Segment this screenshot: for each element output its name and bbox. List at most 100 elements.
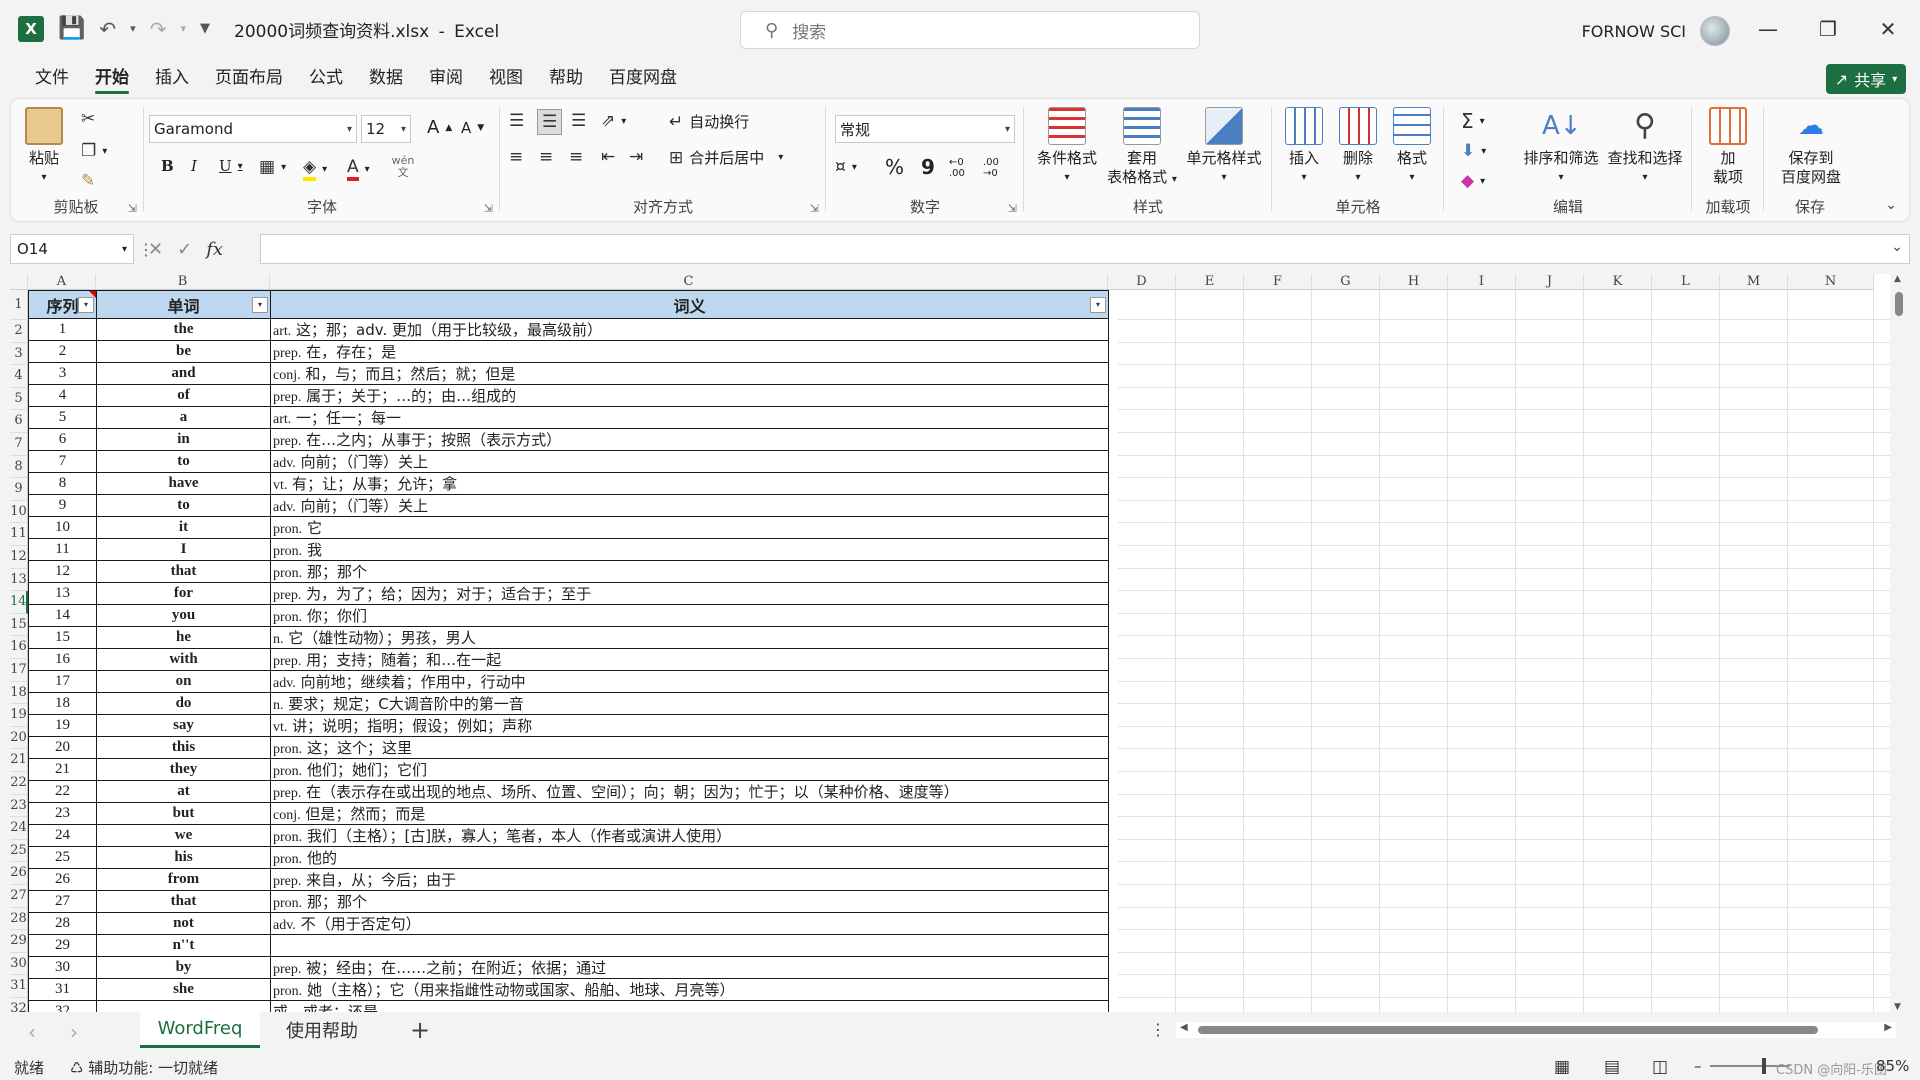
cell-seq[interactable]: 13 <box>28 582 97 605</box>
prev-sheet-icon[interactable]: ‹ <box>28 1020 36 1044</box>
row-header[interactable]: 32 <box>10 998 28 1012</box>
avatar[interactable] <box>1700 16 1730 46</box>
row-header[interactable]: 2 <box>10 320 28 343</box>
row-header[interactable]: 29 <box>10 930 28 953</box>
column-header-b[interactable]: B <box>96 274 270 290</box>
cell-seq[interactable]: 21 <box>28 758 97 781</box>
zoom-slider-knob[interactable] <box>1762 1058 1766 1074</box>
cell-meaning[interactable]: pron. 你；你们 <box>270 604 1109 627</box>
cell-seq[interactable]: 9 <box>28 494 97 517</box>
cell-seq[interactable]: 30 <box>28 956 97 979</box>
shrink-font-button[interactable]: A ▼ <box>461 119 484 137</box>
header-seq[interactable]: 序列 ▾ <box>28 290 97 319</box>
clipboard-launcher-icon[interactable]: ⇲ <box>128 202 137 215</box>
more-options-icon[interactable]: ⋮ <box>1150 1020 1166 1039</box>
percent-button[interactable]: % <box>885 155 904 179</box>
tab-insert[interactable]: 插入 <box>142 58 202 98</box>
cell-meaning[interactable]: pron. 他们；她们；它们 <box>270 758 1109 781</box>
tab-data[interactable]: 数据 <box>356 58 416 98</box>
column-header-d[interactable]: D <box>1108 274 1176 290</box>
cell-word[interactable]: from <box>96 868 271 891</box>
cell-word[interactable]: to <box>96 494 271 517</box>
page-layout-view-icon[interactable]: ▤ <box>1604 1057 1620 1077</box>
column-header-c[interactable]: C <box>270 274 1108 290</box>
cell-word[interactable]: I <box>96 538 271 561</box>
cell-meaning[interactable]: pron. 那；那个 <box>270 890 1109 913</box>
wrap-text-button[interactable]: ↵ 自动换行 <box>669 111 749 132</box>
row-header[interactable]: 7 <box>10 433 28 456</box>
fill-button[interactable]: ⬇ ▾ <box>1461 141 1486 161</box>
column-header-k[interactable]: K <box>1584 274 1652 290</box>
number-launcher-icon[interactable]: ⇲ <box>1008 202 1017 215</box>
scroll-up-icon[interactable]: ▲ <box>1894 274 1901 284</box>
cell-seq[interactable]: 22 <box>28 780 97 803</box>
customize-quick-access-icon[interactable]: ▼ <box>200 19 210 39</box>
minimize-button[interactable]: — <box>1740 0 1796 58</box>
row-header[interactable]: 31 <box>10 975 28 998</box>
cell-word[interactable]: be <box>96 340 271 363</box>
row-header[interactable]: 23 <box>10 794 28 818</box>
tab-baidu-netdisk[interactable]: 百度网盘 <box>596 58 690 98</box>
cell-word[interactable]: on <box>96 670 271 693</box>
row-header[interactable]: 27 <box>10 885 28 908</box>
underline-button[interactable]: U ▾ <box>219 157 243 175</box>
scroll-right-icon[interactable]: ▶ <box>1884 1022 1892 1033</box>
cell-word[interactable]: for <box>96 582 271 605</box>
cell-meaning[interactable]: n. 要求；规定；C大调音阶中的第一音 <box>270 692 1109 715</box>
cell-meaning[interactable]: vt. 有；让；从事；允许；拿 <box>270 472 1109 495</box>
row-header[interactable]: 16 <box>10 636 28 659</box>
row-header[interactable]: 25 <box>10 839 28 863</box>
phonetic-guide-button[interactable]: wén 文 <box>391 155 415 179</box>
cell-meaning[interactable]: vt. 讲；说明；指明；假设；例如；声称 <box>270 714 1109 737</box>
row-header[interactable]: 9 <box>10 478 28 501</box>
cell-seq[interactable]: 6 <box>28 428 97 451</box>
cell-word[interactable]: we <box>96 824 271 847</box>
align-bottom-icon[interactable]: ☰ <box>571 111 586 131</box>
cell-seq[interactable]: 27 <box>28 890 97 913</box>
worksheet-grid[interactable]: ABCDEFGHIJKLMN 1 2 3 4 5 6 7 8 9 10 11 12 13 14 15 16 17… <box>10 274 1908 1012</box>
share-button[interactable]: ↗ 共享 ▾ <box>1826 64 1906 94</box>
cell-seq[interactable]: 1 <box>28 318 97 341</box>
expand-formula-icon[interactable]: ⌄ <box>1891 239 1903 255</box>
tab-file[interactable]: 文件 <box>22 58 82 98</box>
row-header[interactable]: 26 <box>10 862 28 885</box>
cell-word[interactable]: say <box>96 714 271 737</box>
cell-meaning[interactable]: pron. 那；那个 <box>270 560 1109 583</box>
cancel-icon[interactable]: ✕ <box>148 239 163 260</box>
format-as-table-button[interactable]: 套用 表格格式 ▾ <box>1107 107 1177 189</box>
cut-icon[interactable]: ✂ <box>81 109 95 129</box>
cell-meaning[interactable]: adv. 向前；（门等）关上 <box>270 450 1109 473</box>
clear-button[interactable]: ◆ ▾ <box>1461 171 1485 191</box>
cell-seq[interactable]: 28 <box>28 912 97 935</box>
horizontal-scrollbar[interactable]: ◀ ▶ <box>1176 1022 1896 1038</box>
paste-button[interactable]: 粘贴 ▾ <box>25 107 63 187</box>
decrease-indent-icon[interactable]: ⇤ <box>601 147 615 167</box>
cell-meaning[interactable]: prep. 为，为了；给；因为；对于；适合于；至于 <box>270 582 1109 605</box>
tab-review[interactable]: 审阅 <box>416 58 476 98</box>
row-header[interactable]: 4 <box>10 365 28 388</box>
conditional-formatting-button[interactable]: 条件格式 ▾ <box>1029 107 1105 187</box>
align-right-icon[interactable]: ≡ <box>569 147 583 167</box>
restore-button[interactable]: ❐ <box>1800 0 1856 58</box>
cell-styles-button[interactable]: 单元格样式 ▾ <box>1181 107 1267 187</box>
row-header[interactable]: 6 <box>10 410 28 433</box>
format-painter-icon[interactable]: ✎ <box>81 171 95 191</box>
cell-seq[interactable]: 29 <box>28 934 97 957</box>
column-header-l[interactable]: L <box>1652 274 1720 290</box>
cell-meaning[interactable]: pron. 这；这个；这里 <box>270 736 1109 759</box>
cell-meaning[interactable]: art. 一；任一；每一 <box>270 406 1109 429</box>
scroll-left-icon[interactable]: ◀ <box>1180 1022 1188 1033</box>
copy-icon[interactable]: ❐ ▾ <box>81 141 107 161</box>
row-header[interactable]: 20 <box>10 726 28 750</box>
cell-seq[interactable]: 18 <box>28 692 97 715</box>
account-area[interactable]: FORNOW SCI <box>1582 16 1730 46</box>
cell-word[interactable]: this <box>96 736 271 759</box>
cell-meaning[interactable]: pron. 他的 <box>270 846 1109 869</box>
search-box[interactable]: ⚲ 搜索 <box>740 11 1200 49</box>
cell-meaning[interactable]: prep. 用；支持；随着；和…在一起 <box>270 648 1109 671</box>
cell-seq[interactable]: 16 <box>28 648 97 671</box>
undo-icon[interactable]: ↶ <box>99 19 116 39</box>
delete-cells-button[interactable]: 删除 ▾ <box>1335 107 1381 187</box>
row-header[interactable]: 21 <box>10 749 28 772</box>
cell-meaning[interactable]: n. 它（雄性动物）；男孩，男人 <box>270 626 1109 649</box>
